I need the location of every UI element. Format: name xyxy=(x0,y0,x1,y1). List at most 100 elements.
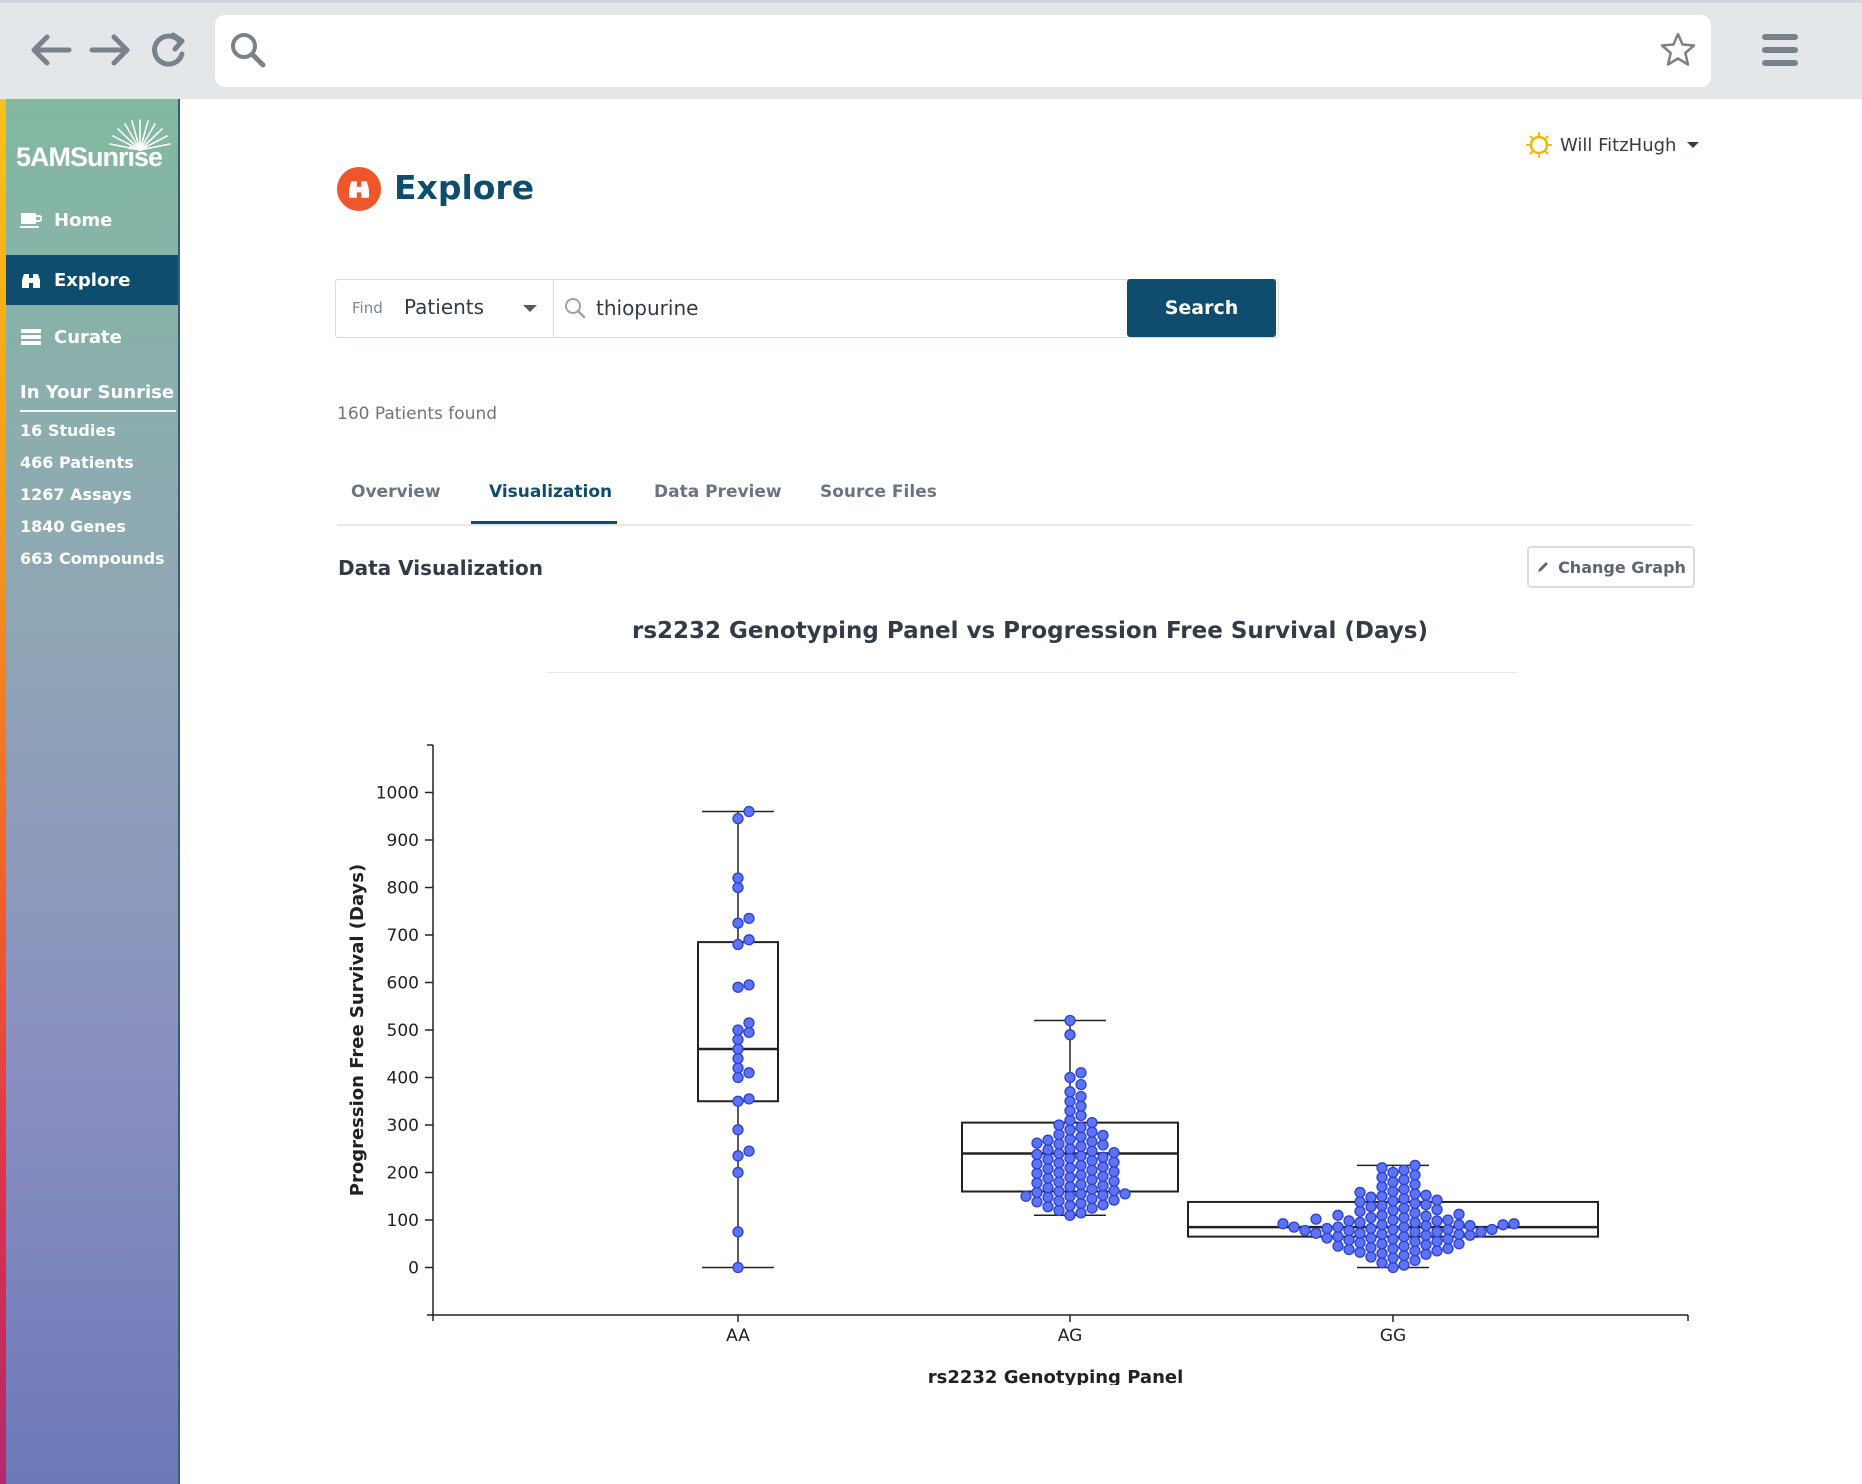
change-graph-button[interactable]: Change Graph xyxy=(1527,546,1695,588)
brand-logo[interactable]: 5AMSunrise xyxy=(16,118,171,178)
data-point xyxy=(1042,1134,1054,1146)
data-point xyxy=(1376,1219,1388,1231)
data-point xyxy=(743,979,755,991)
data-point xyxy=(743,1067,755,1079)
bookmark-star-icon[interactable] xyxy=(1659,31,1697,69)
data-point xyxy=(1108,1194,1120,1206)
tab-source-files[interactable]: Source Files xyxy=(820,482,937,502)
search-input[interactable] xyxy=(596,290,896,326)
data-point xyxy=(1075,1121,1087,1134)
chart-title: rs2232 Genotyping Panel vs Progression F… xyxy=(631,618,1428,644)
data-point xyxy=(1409,1254,1421,1267)
data-point xyxy=(1343,1243,1355,1256)
find-type-select[interactable]: Patients xyxy=(404,295,484,319)
back-button[interactable] xyxy=(27,28,75,72)
data-point xyxy=(1354,1205,1366,1218)
data-point xyxy=(1042,1144,1054,1156)
search-button[interactable]: Search xyxy=(1127,279,1276,337)
data-point xyxy=(1442,1242,1454,1255)
data-point xyxy=(1086,1135,1098,1148)
data-point xyxy=(1064,1162,1076,1174)
data-point xyxy=(1075,1169,1087,1181)
data-point xyxy=(1420,1239,1432,1251)
data-point xyxy=(1042,1172,1054,1184)
sidebar-section-title: In Your Sunrise xyxy=(20,382,175,403)
stack-icon xyxy=(20,326,42,348)
data-point xyxy=(1075,1131,1087,1143)
data-point xyxy=(1497,1219,1509,1231)
data-point xyxy=(1053,1119,1065,1131)
y-tick-label: 400 xyxy=(387,1069,419,1089)
data-point xyxy=(1031,1177,1043,1189)
data-point xyxy=(1064,1171,1076,1183)
data-point xyxy=(1376,1228,1388,1240)
hamburger-menu-icon[interactable] xyxy=(1762,32,1798,68)
data-point xyxy=(1053,1157,1065,1169)
data-point xyxy=(732,872,744,884)
data-point xyxy=(1387,1252,1399,1264)
forward-button[interactable] xyxy=(86,28,134,72)
data-point xyxy=(1409,1197,1421,1210)
data-point xyxy=(1277,1218,1289,1230)
data-point xyxy=(1431,1245,1443,1257)
browser-chrome xyxy=(0,0,1862,99)
stat-compounds[interactable]: 663 Compounds xyxy=(20,549,165,568)
data-point xyxy=(743,1145,755,1157)
active-tab-indicator xyxy=(471,521,617,524)
sidebar xyxy=(0,99,180,1484)
data-point xyxy=(1064,1095,1076,1107)
data-point xyxy=(1119,1188,1131,1200)
data-point xyxy=(1343,1215,1355,1227)
search-icon xyxy=(565,298,586,319)
data-point xyxy=(1409,1188,1421,1200)
chevron-down-icon[interactable] xyxy=(522,304,538,313)
x-tick-label: AA xyxy=(726,1326,750,1346)
data-point xyxy=(1075,1140,1087,1153)
brand-name: 5AMSunrise xyxy=(16,142,163,172)
y-tick-label: 200 xyxy=(387,1164,419,1184)
y-tick-label: 900 xyxy=(387,831,419,851)
data-point xyxy=(1409,1207,1421,1219)
browser-tab-strip xyxy=(0,0,1862,3)
data-point xyxy=(1398,1202,1410,1214)
reload-button[interactable] xyxy=(145,28,193,72)
data-point xyxy=(1332,1221,1344,1233)
sidebar-item-curate[interactable]: Curate xyxy=(6,312,178,362)
data-point xyxy=(1064,1181,1076,1193)
forward-arrow-icon xyxy=(89,34,130,66)
data-point xyxy=(1332,1230,1344,1243)
stat-studies[interactable]: 16 Studies xyxy=(20,421,116,440)
data-point xyxy=(1508,1218,1520,1230)
sidebar-item-home[interactable]: Home xyxy=(6,195,178,245)
address-bar[interactable] xyxy=(215,15,1711,87)
stat-genes[interactable]: 1840 Genes xyxy=(20,517,126,536)
data-point xyxy=(1053,1185,1065,1198)
data-point xyxy=(743,1017,755,1029)
stat-patients[interactable]: 466 Patients xyxy=(20,453,134,472)
reload-icon xyxy=(152,32,185,67)
data-point xyxy=(1020,1190,1032,1202)
sidebar-section-divider xyxy=(20,410,176,412)
data-point xyxy=(1398,1211,1410,1224)
data-point xyxy=(1086,1202,1098,1214)
tab-data-preview[interactable]: Data Preview xyxy=(654,482,782,502)
data-point xyxy=(1053,1176,1065,1188)
data-point xyxy=(1332,1240,1344,1252)
data-point xyxy=(1075,1188,1087,1200)
data-point xyxy=(1420,1229,1432,1241)
data-point xyxy=(732,1062,744,1074)
data-point xyxy=(1387,1214,1399,1226)
user-menu[interactable]: Will FitzHugh xyxy=(1526,130,1700,160)
tab-visualization[interactable]: Visualization xyxy=(489,482,612,502)
data-point xyxy=(1387,1204,1399,1217)
data-point xyxy=(732,812,744,825)
data-point xyxy=(1376,1162,1388,1174)
data-point xyxy=(1086,1154,1098,1167)
tab-overview[interactable]: Overview xyxy=(351,482,441,502)
stat-assays[interactable]: 1267 Assays xyxy=(20,485,132,504)
sidebar-item-explore[interactable]: Explore xyxy=(6,255,178,305)
address-search-icon xyxy=(231,33,266,68)
data-point xyxy=(1053,1147,1065,1160)
y-tick-label: 1000 xyxy=(376,784,419,804)
data-point xyxy=(1042,1201,1054,1213)
